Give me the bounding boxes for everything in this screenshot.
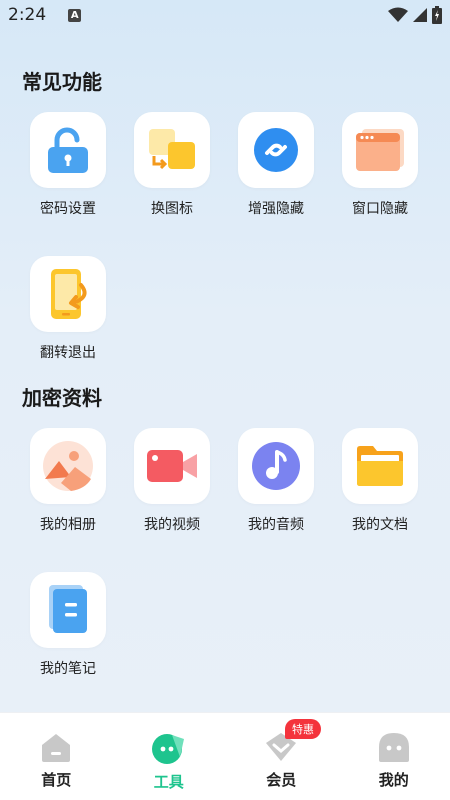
grid-label: 我的笔记 xyxy=(40,661,96,677)
tools-icon xyxy=(151,734,184,764)
grid-label: 增强隐藏 xyxy=(248,201,304,217)
music-icon xyxy=(252,442,300,490)
tile[interactable] xyxy=(30,112,106,188)
promo-badge: 特惠 xyxy=(285,719,321,739)
signal-icon xyxy=(413,8,427,22)
grid-item-flip-exit[interactable]: 翻转退出 xyxy=(16,256,120,362)
grid-label: 翻转退出 xyxy=(40,345,96,361)
tab-home[interactable]: 首页 xyxy=(0,713,113,800)
window-icon xyxy=(356,129,404,171)
grid-label: 换图标 xyxy=(151,201,193,217)
tile[interactable] xyxy=(30,572,106,648)
grid-item-album[interactable]: 我的相册 xyxy=(16,428,120,534)
tab-member[interactable]: 特惠 会员 xyxy=(225,713,338,800)
tab-label: 我的 xyxy=(378,771,409,789)
lock-icon xyxy=(48,127,88,173)
grid-item-window-hide[interactable]: 窗口隐藏 xyxy=(328,112,432,218)
tile[interactable] xyxy=(134,428,210,504)
grid-item-video[interactable]: 我的视频 xyxy=(120,428,224,534)
swap-icon xyxy=(149,129,195,170)
tile[interactable] xyxy=(342,428,418,504)
battery-icon xyxy=(432,6,442,24)
note-icon xyxy=(49,585,87,633)
grid-item-audio[interactable]: 我的音频 xyxy=(224,428,328,534)
folder-icon xyxy=(357,446,403,486)
grid-item-change-icon[interactable]: 换图标 xyxy=(120,112,224,218)
status-bar: 2:24 A xyxy=(0,0,450,30)
bottom-tabbar: 首页 工具 特惠 会员 我的 xyxy=(0,712,450,800)
tile[interactable] xyxy=(342,112,418,188)
tile[interactable] xyxy=(238,428,314,504)
grid-label: 我的视频 xyxy=(144,517,200,533)
tab-tools[interactable]: 工具 xyxy=(113,713,226,800)
grid-label: 窗口隐藏 xyxy=(352,201,408,217)
grid-label: 我的音频 xyxy=(248,517,304,533)
flip-phone-icon xyxy=(51,269,87,319)
video-icon xyxy=(147,450,197,482)
tile[interactable] xyxy=(30,256,106,332)
grid-item-notes[interactable]: 我的笔记 xyxy=(16,572,120,678)
tile[interactable] xyxy=(238,112,314,188)
tile[interactable] xyxy=(134,112,210,188)
section-title-encrypted: 加密资料 xyxy=(22,386,102,410)
tab-label: 会员 xyxy=(266,771,297,789)
profile-icon xyxy=(378,733,409,762)
grid-label: 我的相册 xyxy=(40,517,96,533)
grid-item-password[interactable]: 密码设置 xyxy=(16,112,120,218)
notification-a-icon: A xyxy=(68,8,82,22)
tab-label: 首页 xyxy=(41,771,72,789)
link-icon xyxy=(254,128,298,172)
tab-profile[interactable]: 我的 xyxy=(338,713,450,800)
grid-label: 密码设置 xyxy=(40,201,96,217)
status-icons xyxy=(388,6,442,24)
tile[interactable] xyxy=(30,428,106,504)
section-title-common: 常见功能 xyxy=(22,70,102,94)
status-time: 2:24 xyxy=(8,5,47,25)
grid-item-enhanced-hide[interactable]: 增强隐藏 xyxy=(224,112,328,218)
grid-item-documents[interactable]: 我的文档 xyxy=(328,428,432,534)
photo-icon xyxy=(43,441,93,491)
grid-label: 我的文档 xyxy=(352,517,408,533)
wifi-icon xyxy=(388,7,408,22)
home-icon xyxy=(42,734,71,762)
tab-label: 工具 xyxy=(153,773,184,791)
